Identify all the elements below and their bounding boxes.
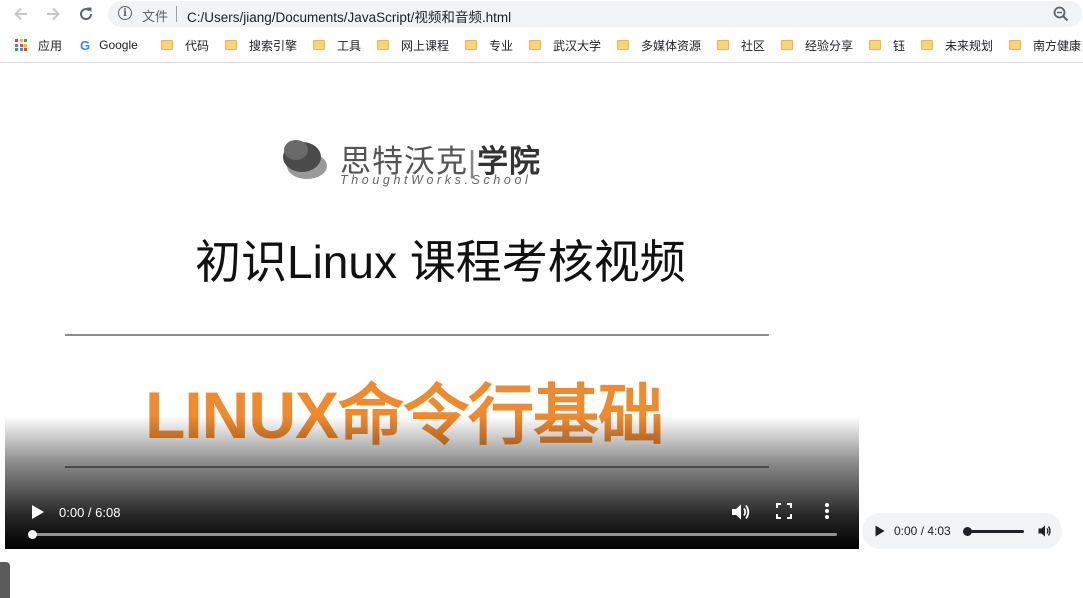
bookmarks-bar: 应用 G Google 代码 搜索引擎 工具 网上课程 专业 武汉大学 多媒体资… (0, 33, 1083, 57)
video-frame-title: 初识Linux 课程考核视频 (195, 236, 686, 288)
folder-icon (225, 40, 237, 50)
folder-icon (717, 40, 729, 50)
bookmark-folder[interactable]: 未来规划 (921, 33, 993, 57)
bookmark-label: 网上课程 (401, 38, 450, 53)
more-options-icon[interactable] (824, 502, 830, 520)
reload-button[interactable] (75, 3, 97, 25)
folder-icon (1009, 40, 1021, 50)
video-controls-overlay (5, 416, 859, 549)
folder-icon (313, 40, 325, 50)
bookmark-folder[interactable]: 武汉大学 (529, 33, 601, 57)
bookmark-label: 经验分享 (805, 38, 854, 53)
bookmark-apps[interactable]: 应用 (15, 33, 62, 57)
audio-time: 0:00 / 4:03 (894, 524, 951, 538)
folder-icon (869, 40, 881, 50)
folder-icon (921, 40, 933, 50)
bookmark-label: 多媒体资源 (641, 38, 702, 53)
omnibox[interactable]: i 文件 C:/Users/jiang/Documents/JavaScript… (108, 1, 1082, 27)
play-icon[interactable] (31, 504, 45, 520)
folder-icon (465, 40, 477, 50)
bookmark-folder[interactable]: 网上课程 (377, 33, 449, 57)
play-icon[interactable] (875, 525, 885, 537)
url-text[interactable]: C:/Users/jiang/Documents/JavaScript/视频和音… (187, 6, 511, 26)
bookmark-folder[interactable]: 南方健康 (1009, 33, 1081, 57)
info-icon[interactable]: i (118, 6, 132, 20)
bookmark-label: 代码 (185, 38, 210, 53)
thoughtworks-logo: 思特沃克|学院 ThoughtWorks.School (280, 134, 570, 194)
audio-player[interactable]: 0:00 / 4:03 (862, 513, 1062, 549)
back-button[interactable] (10, 3, 32, 25)
forward-button[interactable] (42, 3, 64, 25)
bookmark-label: 社区 (741, 38, 766, 53)
bookmark-google[interactable]: G Google (80, 33, 138, 57)
browser-chrome: i 文件 C:/Users/jiang/Documents/JavaScript… (0, 0, 1083, 63)
video-time: 0:00 / 6:08 (59, 505, 121, 520)
video-player[interactable]: 思特沃克|学院 ThoughtWorks.School 初识Linux 课程考核… (5, 86, 859, 549)
bookmark-label: 武汉大学 (553, 38, 602, 53)
scheme-label: 文件 (142, 9, 169, 24)
google-icon: G (80, 37, 91, 53)
divider-line (65, 334, 769, 336)
video-progress-bar[interactable] (28, 530, 837, 539)
bookmark-folder[interactable]: 搜索引擎 (225, 33, 297, 57)
bookmark-folder[interactable]: 多媒体资源 (617, 33, 701, 57)
bookmark-folder[interactable]: 代码 (161, 33, 209, 57)
audio-progress-thumb[interactable] (963, 527, 972, 536)
bookmark-folder[interactable]: 社区 (717, 33, 765, 57)
audio-progress-bar[interactable] (963, 527, 1024, 536)
zoom-icon[interactable] (1052, 5, 1070, 23)
window-edge-handle[interactable] (0, 562, 10, 598)
bookmark-label: 搜索引擎 (249, 38, 298, 53)
bookmark-label: 南方健康 (1033, 38, 1082, 53)
folder-icon (377, 40, 389, 50)
reload-icon (80, 7, 93, 21)
bookmark-folder[interactable]: 工具 (313, 33, 361, 57)
bookmark-label: 工具 (337, 38, 362, 53)
bookmark-label: 应用 (38, 38, 63, 53)
volume-icon[interactable] (731, 503, 751, 521)
bookmark-label: 专业 (489, 38, 514, 53)
thoughtworks-logo-mark (283, 140, 327, 179)
bookmark-folder[interactable]: 专业 (465, 33, 513, 57)
bookmark-label: 钰 (893, 38, 906, 53)
logo-english-text: ThoughtWorks.School (340, 173, 532, 187)
bookmark-folder[interactable]: 钰 (869, 33, 905, 57)
bookmark-label: 未来规划 (945, 38, 994, 53)
address-bar-row: i 文件 C:/Users/jiang/Documents/JavaScript… (0, 0, 1083, 28)
bookmark-label: Google (99, 38, 138, 52)
folder-icon (529, 40, 541, 50)
apps-grid-icon (15, 39, 27, 51)
video-progress-thumb[interactable] (28, 530, 37, 539)
folder-icon (617, 40, 629, 50)
folder-icon (781, 40, 793, 50)
arrow-left-icon (14, 7, 27, 21)
volume-icon[interactable] (1038, 524, 1052, 538)
omnibox-divider (176, 6, 177, 22)
folder-icon (161, 40, 173, 50)
fullscreen-icon[interactable] (776, 503, 792, 519)
arrow-right-icon (47, 7, 60, 21)
bookmark-folder[interactable]: 经验分享 (781, 33, 853, 57)
